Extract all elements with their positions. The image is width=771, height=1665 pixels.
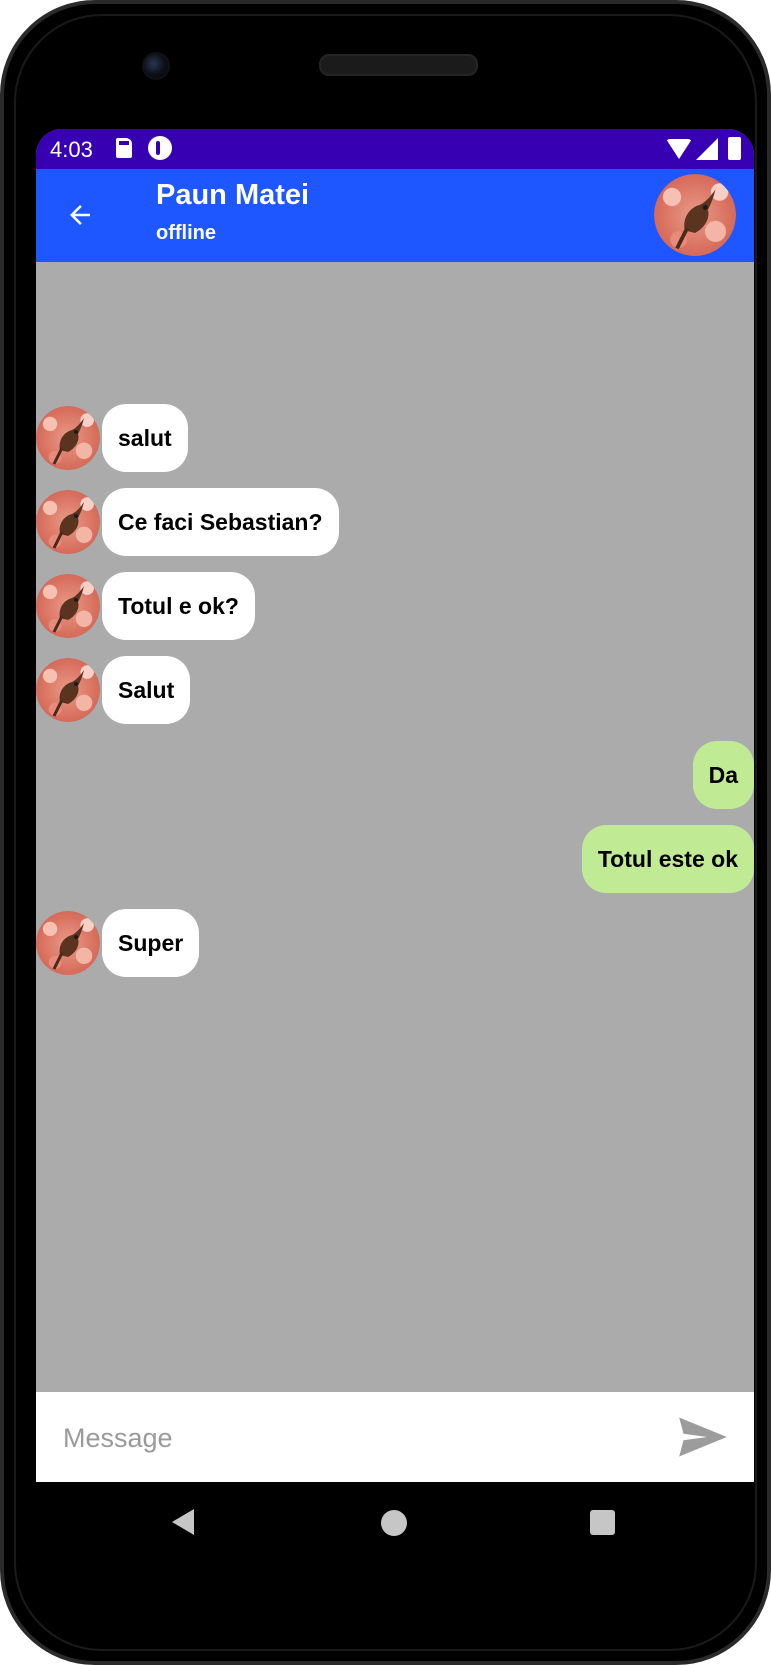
ide-toolbar-fragment [4, 10, 18, 32]
message-row: Ce faci Sebastian? [36, 488, 754, 556]
message-composer [36, 1392, 754, 1482]
wifi-icon [666, 139, 692, 159]
sender-avatar [36, 911, 100, 975]
message-input[interactable] [61, 1410, 625, 1466]
incoming-message-bubble[interactable]: salut [102, 404, 188, 472]
arrow-left-icon [70, 205, 90, 225]
bird-photo-icon [36, 490, 100, 554]
message-row: Super [36, 909, 754, 977]
status-bar: 4:03 [36, 129, 754, 169]
sender-avatar [36, 658, 100, 722]
back-button[interactable] [56, 191, 104, 239]
bird-photo-icon [36, 406, 100, 470]
sender-avatar [36, 574, 100, 638]
sender-avatar [36, 406, 100, 470]
bird-photo-icon [36, 911, 100, 975]
outgoing-message-bubble[interactable]: Totul este ok [581, 825, 754, 893]
signal-icon [696, 138, 718, 160]
phone-frame: 4:03 Paun Matei offline salut Ce faci Se… [0, 0, 771, 1665]
nav-back-icon[interactable] [172, 1509, 194, 1535]
nav-recents-icon[interactable] [590, 1510, 615, 1535]
send-button[interactable] [676, 1412, 730, 1462]
battery-icon [728, 137, 741, 160]
message-row: Da [36, 741, 754, 809]
incoming-message-bubble[interactable]: Totul e ok? [102, 572, 255, 640]
message-row: Totul este ok [36, 825, 754, 893]
incoming-message-bubble[interactable]: Salut [102, 656, 191, 724]
bird-photo-icon [36, 658, 100, 722]
message-row: Salut [36, 656, 754, 724]
message-list[interactable]: salut Ce faci Sebastian? Totul e ok? Sal… [36, 262, 754, 1392]
system-nav-bar [36, 1482, 754, 1564]
sender-avatar [36, 490, 100, 554]
nav-home-icon[interactable] [381, 1510, 407, 1536]
contact-name: Paun Matei [156, 179, 310, 211]
status-time: 4:03 [50, 137, 93, 162]
outgoing-message-bubble[interactable]: Da [692, 741, 754, 809]
sd-card-icon [116, 138, 132, 158]
app-notification-icon [148, 136, 172, 160]
bird-photo-icon [654, 174, 736, 256]
message-row: salut [36, 404, 754, 472]
app-screen: 4:03 Paun Matei offline salut Ce faci Se… [36, 129, 754, 1564]
message-row: Totul e ok? [36, 572, 754, 640]
front-camera [142, 52, 170, 80]
contact-avatar[interactable] [654, 174, 736, 256]
contact-status: offline [156, 222, 216, 244]
incoming-message-bubble[interactable]: Super [102, 909, 200, 977]
bird-photo-icon [36, 574, 100, 638]
chat-header: Paun Matei offline [36, 169, 754, 262]
send-icon [679, 1417, 727, 1457]
incoming-message-bubble[interactable]: Ce faci Sebastian? [102, 488, 339, 556]
earpiece-speaker [319, 54, 478, 76]
